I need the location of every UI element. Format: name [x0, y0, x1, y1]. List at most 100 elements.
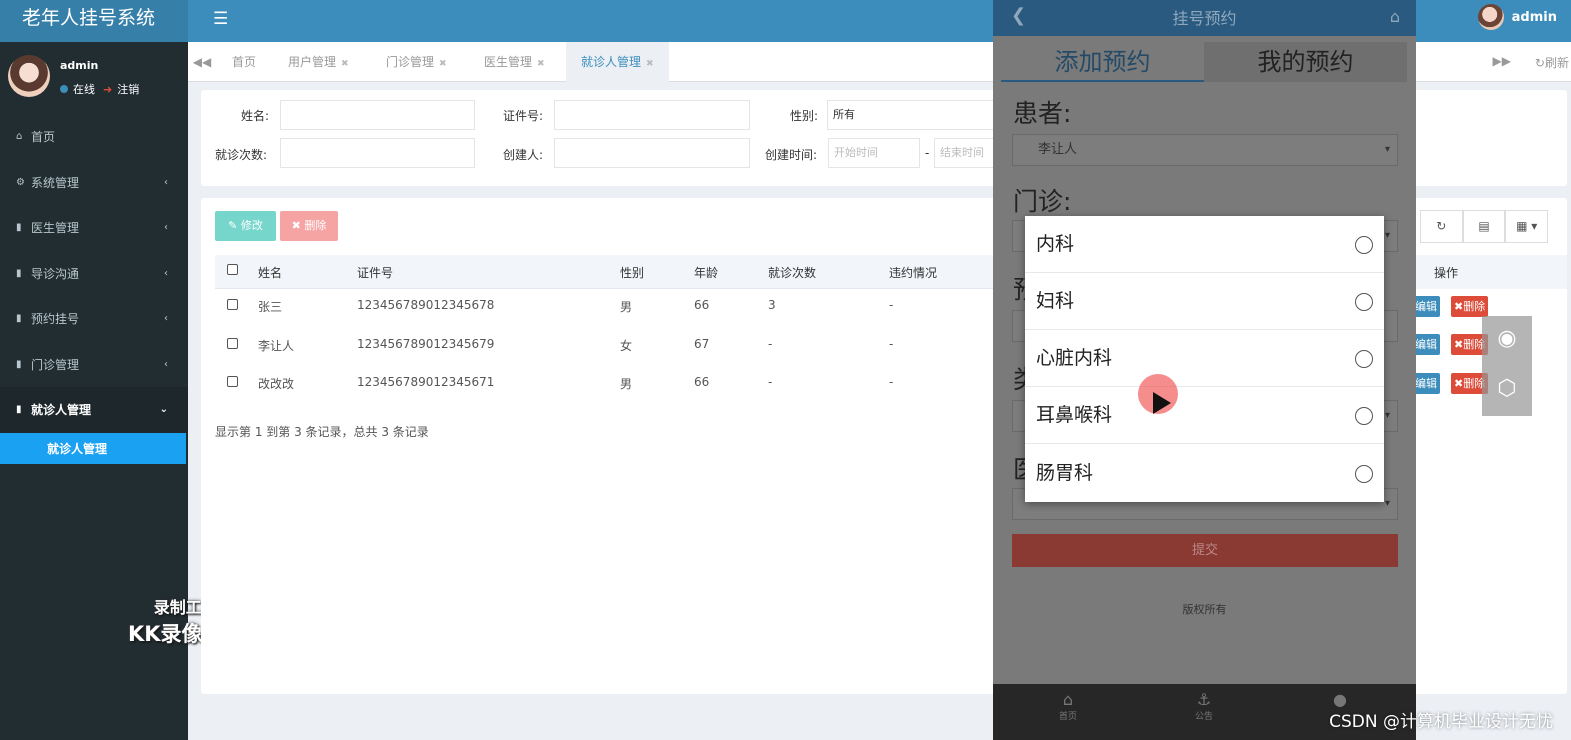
chevron-down-icon: ▾ — [1384, 498, 1390, 509]
option-cardiology[interactable]: 心脏内科 — [1025, 330, 1384, 388]
patient-select[interactable]: 李让人 ▾ — [1012, 134, 1398, 166]
col-id: 证件号 — [357, 266, 394, 280]
menu-toggle-icon[interactable]: ☰ — [213, 9, 228, 29]
close-icon: ✖ — [1454, 338, 1464, 351]
logout-link[interactable]: ➜ 注销 — [103, 81, 139, 97]
close-icon[interactable]: ✖ — [439, 59, 447, 69]
home-icon: ⌂ — [1062, 690, 1074, 709]
id-label: 证件号: — [503, 109, 544, 123]
home-icon[interactable]: ⌂ — [1390, 7, 1400, 26]
gear-icon: ⚙ — [16, 176, 25, 188]
chevron-down-icon: ▾ — [1384, 230, 1390, 241]
name-label: 姓名: — [241, 109, 270, 123]
online-status: 在线 — [60, 81, 95, 97]
app-title: 老年人挂号系统 — [0, 0, 188, 42]
chevron-left-icon: ‹ — [164, 358, 168, 370]
bottom-nav-home[interactable]: ⌂ 首页 — [1038, 690, 1098, 722]
hexagon-icon[interactable]: ⬡ — [1482, 376, 1532, 401]
online-dot-icon — [60, 85, 68, 93]
radio-button[interactable] — [1355, 407, 1373, 425]
tabs-forward-icon[interactable]: ▶▶ — [1493, 54, 1511, 68]
book-icon: ▮ — [16, 358, 22, 370]
option-gynecology[interactable]: 妇科 — [1025, 273, 1384, 331]
book-icon: ▮ — [16, 222, 22, 234]
visits-input[interactable] — [280, 138, 475, 168]
sidebar-item-home[interactable]: ⌂ 首页 — [0, 114, 188, 160]
submit-button[interactable]: 提交 — [1012, 534, 1398, 567]
bottom-nav-notice[interactable]: ⚓ 公告 — [1174, 690, 1234, 722]
tab-add-appointment[interactable]: 添加预约 — [1001, 42, 1204, 82]
row-delete-button[interactable]: ✖删除 — [1451, 296, 1489, 317]
list-icon[interactable]: ▤ — [1462, 210, 1506, 243]
csdn-watermark: CSDN @计算机毕业设计无忧 — [1329, 712, 1553, 732]
col-name: 姓名 — [258, 266, 283, 280]
cell-age: 66 — [694, 298, 710, 312]
delete-button[interactable]: ✖ 删除 — [280, 211, 338, 241]
radio-button[interactable] — [1355, 465, 1373, 483]
user-status: 在线 ➜ 注销 — [60, 81, 139, 97]
sidebar-username: admin — [60, 59, 99, 72]
refresh-icon[interactable]: ↻ — [1420, 210, 1463, 243]
sidebar-item-system[interactable]: ⚙ 系统管理 ‹ — [0, 160, 188, 206]
sidebar-item-doctor[interactable]: ▮ 医生管理 ‹ — [0, 205, 188, 251]
close-icon[interactable]: ✖ — [537, 59, 545, 69]
select-all-checkbox[interactable] — [227, 264, 238, 275]
sidebar-item-patient[interactable]: ▮ 就诊人管理 ⌄ — [0, 387, 188, 433]
row-edit-button[interactable]: 编辑 — [1412, 296, 1440, 317]
end-time-input[interactable]: 结束时间 — [934, 138, 996, 168]
chevron-left-icon: ‹ — [164, 222, 168, 234]
row-edit-button[interactable]: 编辑 — [1412, 334, 1440, 355]
tab-my-appointment[interactable]: 我的预约 — [1204, 42, 1407, 82]
mobile-tabs: 添加预约 我的预约 — [1001, 42, 1408, 82]
edit-button[interactable]: ✎ 修改 — [215, 211, 276, 241]
cell-visits: 3 — [768, 298, 776, 312]
id-input[interactable] — [554, 100, 750, 130]
sidebar-item-appointment[interactable]: ▮ 预约挂号 ‹ — [0, 296, 188, 342]
recorder-float-panel: ◉ ⬡ — [1482, 316, 1532, 416]
option-internal[interactable]: 内科 — [1025, 216, 1384, 274]
mobile-header: ❮ 挂号预约 ⌂ — [993, 0, 1416, 36]
tab-users[interactable]: 用户管理 ✖ — [288, 42, 349, 82]
close-icon: ✖ — [291, 219, 305, 232]
radio-button[interactable] — [1355, 293, 1373, 311]
camera-icon[interactable]: ◉ — [1482, 326, 1532, 351]
close-icon: ✖ — [1454, 377, 1464, 390]
start-time-input[interactable]: 开始时间 — [828, 138, 920, 168]
columns-icon[interactable]: ▦ ▾ — [1505, 210, 1549, 243]
cell-age: 66 — [694, 375, 710, 389]
mobile-title: 挂号预约 — [1172, 9, 1237, 28]
tab-clinic[interactable]: 门诊管理 ✖ — [386, 42, 447, 82]
tab-home[interactable]: 首页 — [232, 42, 256, 82]
tab-doctor[interactable]: 医生管理 ✖ — [484, 42, 545, 82]
time-label: 创建时间: — [765, 148, 818, 162]
tab-patient[interactable]: 就诊人管理 ✖ — [566, 42, 669, 82]
top-username: admin — [1511, 9, 1557, 25]
radio-button[interactable] — [1355, 350, 1373, 368]
option-ent[interactable]: 耳鼻喉科 — [1025, 387, 1384, 445]
row-edit-button[interactable]: 编辑 — [1412, 373, 1440, 394]
edit-icon: ✎ — [228, 219, 241, 232]
cell-visits: - — [768, 375, 773, 389]
sidebar-item-guide[interactable]: ▮ 导诊沟通 ‹ — [0, 251, 188, 297]
row-checkbox[interactable] — [227, 299, 238, 310]
tabs-back-icon[interactable]: ◀◀ — [188, 42, 216, 82]
row-checkbox[interactable] — [227, 338, 238, 349]
gender-select[interactable]: 所有 — [827, 100, 997, 130]
option-gastro[interactable]: 肠胃科 — [1025, 445, 1384, 502]
name-input[interactable] — [280, 100, 475, 130]
chevron-left-icon: ‹ — [164, 176, 168, 188]
book-icon: ▮ — [16, 404, 22, 416]
gender-label: 性别: — [790, 109, 819, 123]
chevron-right-icon[interactable]: › — [1544, 346, 1556, 381]
user-menu[interactable]: admin — [1477, 4, 1557, 30]
sidebar-subitem-patient[interactable]: 就诊人管理 — [0, 432, 186, 464]
creator-input[interactable] — [554, 138, 750, 168]
close-icon[interactable]: ✖ — [341, 59, 349, 69]
row-checkbox[interactable] — [227, 376, 238, 387]
sidebar-item-clinic[interactable]: ▮ 门诊管理 ‹ — [0, 342, 188, 388]
close-icon: ✖ — [1454, 300, 1464, 313]
radio-button[interactable] — [1355, 236, 1373, 254]
table-tools: ↻ ▤ ▦ ▾ — [1420, 210, 1549, 243]
tabs-refresh[interactable]: ↻刷新 — [1535, 54, 1569, 71]
close-icon[interactable]: ✖ — [646, 59, 654, 69]
